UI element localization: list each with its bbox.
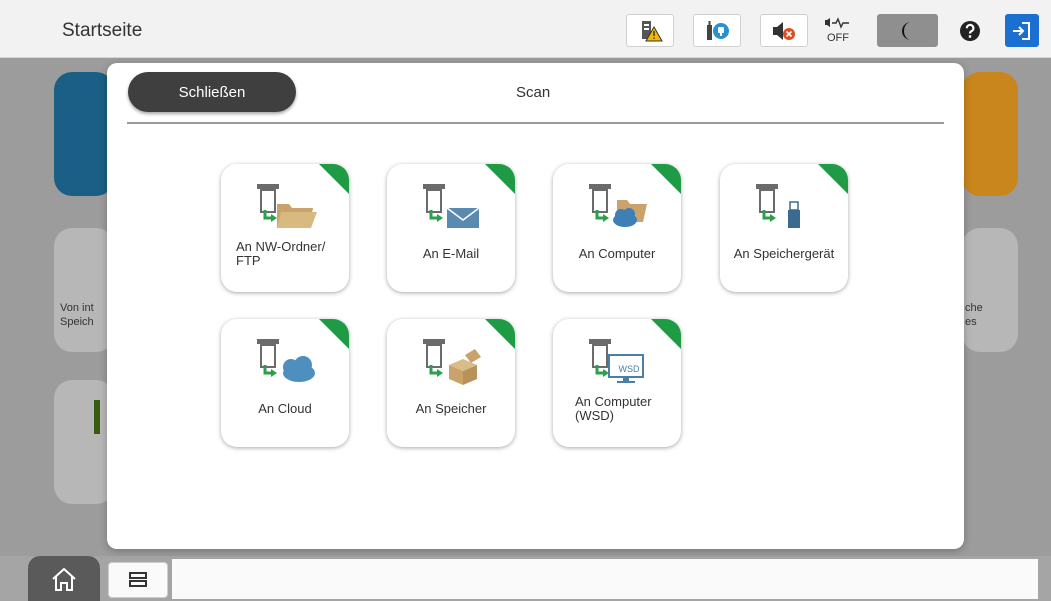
scan-to-email-tile[interactable]: An E-Mail	[387, 164, 515, 292]
help-button[interactable]	[953, 14, 987, 47]
page-title: Startseite	[62, 20, 143, 41]
green-corner-marker	[485, 164, 515, 194]
scan-to-computer-wsd-tile[interactable]: WSD An Computer (WSD)	[553, 319, 681, 447]
svg-text:OFF: OFF	[827, 32, 849, 44]
computer-cloud-folder-icon	[589, 184, 647, 227]
manual-tile-label: che	[965, 302, 983, 314]
home-icon	[52, 567, 76, 591]
manual-tile-background: che es	[962, 228, 1018, 352]
memory-tile-label: Von int	[60, 302, 94, 314]
tile-label: An Computer	[578, 246, 656, 261]
sleep-mode-icon	[901, 21, 911, 40]
usb-drive-icon	[756, 184, 800, 228]
monitor-wsd-icon: WSD	[589, 339, 644, 383]
green-corner-marker	[818, 164, 848, 194]
title-divider	[127, 122, 944, 124]
tile-label: An NW-Ordner/	[236, 239, 326, 254]
manual-tile-label-2: es	[965, 316, 977, 328]
login-button[interactable]	[1005, 14, 1039, 47]
quiet-mode-button[interactable]: OFF	[814, 14, 862, 47]
toner-status-button[interactable]	[626, 14, 674, 47]
top-bar: Startseite OFF	[0, 0, 1051, 58]
scan-to-storage-device-tile[interactable]: An Speichergerät	[720, 164, 848, 292]
copy-tile-background	[54, 72, 114, 196]
help-icon	[960, 20, 980, 41]
status-area	[172, 559, 1038, 599]
box-icon	[423, 339, 481, 385]
maintenance-status-button[interactable]	[693, 14, 741, 47]
green-corner-marker	[651, 164, 681, 194]
green-corner-marker	[319, 319, 349, 349]
memory-tile-label-2: Speich	[60, 316, 94, 328]
ink-tile-background	[54, 380, 114, 504]
job-status-icon	[129, 572, 147, 587]
scan-to-storage-tile[interactable]: An Speicher	[387, 319, 515, 447]
scan-to-computer-tile[interactable]: An Computer	[553, 164, 681, 292]
memory-tile-background: Von int Speich	[54, 228, 114, 352]
sound-status-button[interactable]	[760, 14, 808, 47]
folder-icon	[257, 184, 317, 228]
toner-warning-icon	[642, 20, 663, 41]
login-icon	[1013, 21, 1030, 40]
job-status-button[interactable]	[108, 562, 168, 598]
tile-label: An Cloud	[258, 401, 312, 416]
tile-label: An E-Mail	[422, 246, 480, 261]
tile-label: An Speichergerät	[733, 246, 835, 261]
sound-muted-icon	[773, 21, 795, 40]
tile-label: An Computer	[575, 394, 652, 409]
tile-label: An Speicher	[415, 401, 487, 416]
sleep-mode-button[interactable]	[877, 14, 938, 47]
home-button[interactable]	[28, 556, 100, 601]
green-corner-marker	[319, 164, 349, 194]
scan-to-cloud-tile[interactable]: An Cloud	[221, 319, 349, 447]
scan-to-nw-folder-tile[interactable]: An NW-Ordner/ FTP	[221, 164, 349, 292]
green-corner-marker	[651, 319, 681, 349]
maintenance-icon	[707, 20, 729, 40]
envelope-icon	[423, 184, 480, 228]
settings-tile-background	[962, 72, 1018, 196]
tile-label-line2: (WSD)	[575, 408, 614, 423]
scan-dialog: Schließen Scan An NW-Ordner/ FTP An E-Ma…	[107, 63, 964, 549]
cloud-icon	[257, 339, 315, 382]
svg-text:WSD: WSD	[619, 364, 640, 374]
green-corner-marker	[485, 319, 515, 349]
tile-label-line2: FTP	[236, 253, 261, 268]
quiet-mode-off-icon: OFF	[825, 16, 849, 44]
close-button[interactable]: Schließen	[128, 72, 296, 112]
dialog-title: Scan	[516, 84, 551, 101]
